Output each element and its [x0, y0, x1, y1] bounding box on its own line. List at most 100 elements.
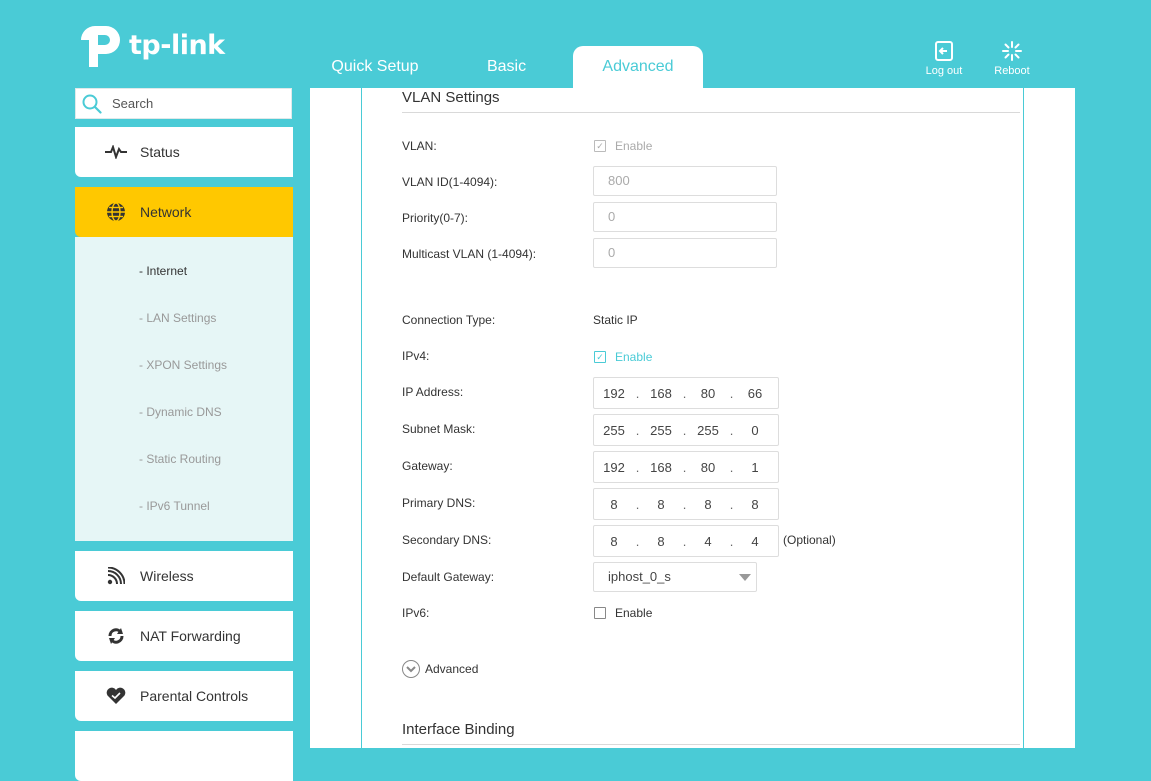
dns-octet[interactable]: 8: [688, 497, 728, 512]
nav-wireless[interactable]: Wireless: [75, 551, 293, 601]
search-box: [75, 88, 292, 119]
mask-octet[interactable]: 255: [688, 423, 728, 438]
gateway-octet[interactable]: 1: [735, 460, 775, 475]
nav-nat-forwarding[interactable]: NAT Forwarding: [75, 611, 293, 661]
subnav-static-routing[interactable]: - Static Routing: [139, 452, 221, 466]
nav-wireless-label: Wireless: [140, 568, 194, 584]
default-gateway-value: iphost_0_s: [608, 569, 671, 584]
dns-octet[interactable]: 4: [688, 534, 728, 549]
primary-dns-field[interactable]: 8. 8. 8. 8: [593, 488, 779, 520]
tp-link-logo-icon: [81, 26, 120, 67]
reboot-icon: [1002, 41, 1022, 61]
checkbox-unchecked-icon: [594, 607, 606, 619]
dot-separator: .: [635, 385, 640, 401]
logout-label: Log out: [925, 65, 963, 77]
dot-separator: .: [729, 385, 734, 401]
dot-separator: .: [729, 459, 734, 475]
reboot-button[interactable]: Reboot: [982, 40, 1042, 77]
priority-input[interactable]: 0: [593, 202, 777, 232]
nav-parental-controls-label: Parental Controls: [140, 688, 249, 704]
subnet-mask-field[interactable]: 255. 255. 255. 0: [593, 414, 779, 446]
dot-separator: .: [729, 533, 734, 549]
tp-link-logo: tp-link: [75, 20, 225, 70]
reboot-label: Reboot: [994, 65, 1030, 77]
dot-separator: .: [729, 422, 734, 438]
mask-octet[interactable]: 0: [735, 423, 775, 438]
dot-separator: .: [635, 533, 640, 549]
dns-octet[interactable]: 8: [735, 497, 775, 512]
tab-advanced[interactable]: Advanced: [573, 46, 703, 88]
dns-octet[interactable]: 8: [641, 534, 681, 549]
subnav-ipv6-tunnel[interactable]: - IPv6 Tunnel: [139, 499, 210, 513]
search-input[interactable]: [110, 95, 274, 112]
search-icon: [82, 94, 102, 114]
ipv4-enable-label: Enable: [615, 350, 653, 364]
mask-octet[interactable]: 255: [641, 423, 681, 438]
dns-octet[interactable]: 8: [641, 497, 681, 512]
ip-octet[interactable]: 168: [641, 386, 681, 401]
dot-separator: .: [635, 459, 640, 475]
gateway-octet[interactable]: 192: [594, 460, 634, 475]
nav-network[interactable]: Network: [75, 187, 293, 237]
ip-address-field[interactable]: 192. 168. 80. 66: [593, 377, 779, 409]
ipv6-label: IPv6:: [402, 606, 430, 620]
ipv6-enable-label: Enable: [615, 606, 653, 620]
gateway-octet[interactable]: 168: [641, 460, 681, 475]
dot-separator: .: [682, 385, 687, 401]
dns-octet[interactable]: 8: [594, 497, 634, 512]
ipv6-enable-checkbox[interactable]: Enable: [594, 606, 652, 620]
dot-separator: .: [682, 533, 687, 549]
primary-dns-label: Primary DNS:: [402, 496, 476, 510]
dot-separator: .: [682, 496, 687, 512]
ip-address-label: IP Address:: [402, 385, 464, 399]
vlan-label: VLAN:: [402, 139, 437, 153]
nav-more[interactable]: [75, 731, 293, 781]
tab-quick-setup[interactable]: Quick Setup: [310, 46, 440, 88]
gateway-field[interactable]: 192. 168. 80. 1: [593, 451, 779, 483]
ipv4-enable-checkbox[interactable]: ✓ Enable: [594, 350, 652, 364]
logout-button[interactable]: Log out: [914, 40, 974, 77]
dot-separator: .: [729, 496, 734, 512]
mask-octet[interactable]: 255: [594, 423, 634, 438]
subnav-internet[interactable]: - Internet: [139, 264, 187, 278]
connection-type-label: Connection Type:: [402, 313, 496, 327]
gateway-octet[interactable]: 80: [688, 460, 728, 475]
default-gateway-select[interactable]: iphost_0_s: [593, 562, 757, 592]
vlan-id-input[interactable]: 800: [593, 166, 777, 196]
chevron-down-circle-icon: [402, 660, 420, 678]
gateway-label: Gateway:: [402, 459, 453, 473]
nat-refresh-icon: [105, 625, 127, 647]
ip-octet[interactable]: 192: [594, 386, 634, 401]
pulse-icon: [105, 141, 127, 163]
vlan-enable-checkbox[interactable]: ✓ Enable: [594, 139, 652, 153]
network-subnav: - Internet - LAN Settings - XPON Setting…: [75, 237, 293, 541]
nav-network-label: Network: [140, 204, 192, 220]
vlan-enable-label: Enable: [615, 139, 653, 153]
advanced-toggle[interactable]: Advanced: [402, 660, 478, 678]
nav-status[interactable]: Status: [75, 127, 293, 177]
dns-octet[interactable]: 8: [594, 534, 634, 549]
subnav-xpon-settings[interactable]: - XPON Settings: [139, 358, 227, 372]
checkbox-checked-icon: ✓: [594, 351, 606, 363]
wifi-icon: [105, 565, 127, 587]
tab-basic[interactable]: Basic: [440, 46, 573, 88]
main-tabs: Quick Setup Basic Advanced: [310, 46, 703, 88]
ip-octet[interactable]: 80: [688, 386, 728, 401]
vlan-id-label: VLAN ID(1-4094):: [402, 175, 498, 189]
secondary-dns-field[interactable]: 8. 8. 4. 4: [593, 525, 779, 557]
globe-icon: [105, 201, 127, 223]
multicast-vlan-input[interactable]: 0: [593, 238, 777, 268]
dot-separator: .: [635, 422, 640, 438]
more-icon: [105, 745, 127, 767]
connection-type-value: Static IP: [593, 313, 638, 327]
heart-icon: [105, 685, 127, 707]
interface-binding-title: Interface Binding: [402, 721, 1020, 745]
dns-octet[interactable]: 4: [735, 534, 775, 549]
subnav-dynamic-dns[interactable]: - Dynamic DNS: [139, 405, 222, 419]
dot-separator: .: [682, 459, 687, 475]
ip-octet[interactable]: 66: [735, 386, 775, 401]
subnav-lan-settings[interactable]: - LAN Settings: [139, 311, 216, 325]
nav-parental-controls[interactable]: Parental Controls: [75, 671, 293, 721]
brand-name: tp-link: [129, 29, 225, 61]
subnet-mask-label: Subnet Mask:: [402, 422, 476, 436]
